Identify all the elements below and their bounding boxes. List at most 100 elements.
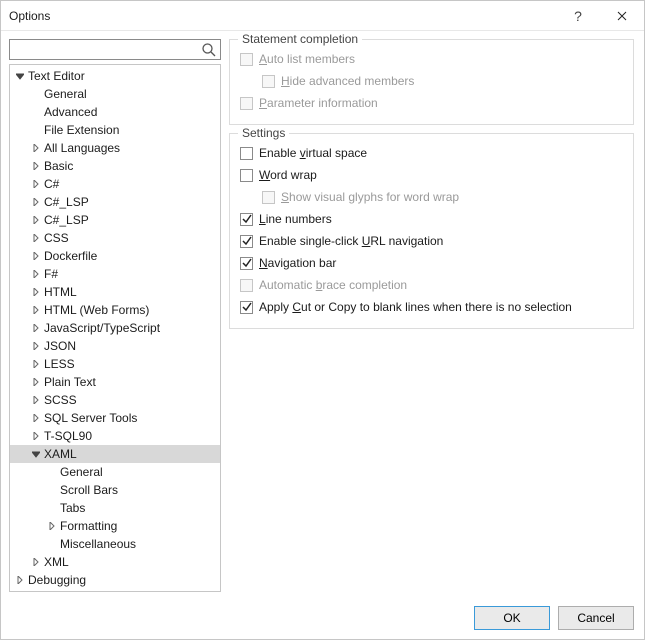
- tree-item[interactable]: SQL Server Tools: [10, 409, 220, 427]
- chevron-right-icon[interactable]: [30, 268, 42, 280]
- tree-item-label: Tabs: [60, 501, 85, 515]
- checkbox-label: Show visual glyphs for word wrap: [281, 190, 459, 204]
- checkbox-label: Parameter information: [259, 96, 378, 110]
- tree-spacer: [30, 88, 42, 100]
- chevron-right-icon[interactable]: [30, 250, 42, 262]
- tree-item[interactable]: HTML: [10, 283, 220, 301]
- checkbox-word_wrap[interactable]: Word wrap: [240, 164, 623, 186]
- chevron-right-icon[interactable]: [46, 520, 58, 532]
- tree-item[interactable]: Tabs: [10, 499, 220, 517]
- chevron-right-icon[interactable]: [30, 178, 42, 190]
- checkbox-box[interactable]: [240, 235, 253, 248]
- checkbox-apply_cut_copy[interactable]: Apply Cut or Copy to blank lines when th…: [240, 296, 623, 318]
- checkbox-box[interactable]: [240, 147, 253, 160]
- group-statement-completion: Statement completion Auto list membersHi…: [229, 39, 634, 125]
- checkbox-label: Automatic brace completion: [259, 278, 407, 292]
- checkbox-virtual_space[interactable]: Enable virtual space: [240, 142, 623, 164]
- tree-item[interactable]: Formatting: [10, 517, 220, 535]
- chevron-right-icon[interactable]: [30, 394, 42, 406]
- options-tree: Text EditorGeneralAdvancedFile Extension…: [9, 64, 221, 592]
- tree-item[interactable]: SCSS: [10, 391, 220, 409]
- chevron-right-icon[interactable]: [30, 142, 42, 154]
- chevron-right-icon[interactable]: [30, 304, 42, 316]
- checkbox-box[interactable]: [240, 257, 253, 270]
- close-button[interactable]: [600, 1, 644, 31]
- checkbox-line_numbers[interactable]: Line numbers: [240, 208, 623, 230]
- tree-item[interactable]: Text Editor: [10, 67, 220, 85]
- tree-item-label: HTML (Web Forms): [44, 303, 149, 317]
- tree-scroll[interactable]: Text EditorGeneralAdvancedFile Extension…: [10, 65, 220, 591]
- chevron-right-icon[interactable]: [30, 340, 42, 352]
- chevron-right-icon[interactable]: [30, 556, 42, 568]
- tree-item[interactable]: General: [10, 85, 220, 103]
- tree-item-label: JSON: [44, 339, 76, 353]
- tree-item[interactable]: All Languages: [10, 139, 220, 157]
- help-button[interactable]: ?: [556, 1, 600, 31]
- tree-item[interactable]: T-SQL90: [10, 427, 220, 445]
- chevron-right-icon[interactable]: [14, 574, 26, 586]
- chevron-down-icon[interactable]: [14, 70, 26, 82]
- tree-item-label: XML: [44, 555, 69, 569]
- tree-item[interactable]: Scroll Bars: [10, 481, 220, 499]
- tree-item[interactable]: F#: [10, 265, 220, 283]
- chevron-right-icon[interactable]: [30, 376, 42, 388]
- search-input[interactable]: [10, 40, 220, 59]
- chevron-right-icon[interactable]: [30, 196, 42, 208]
- tree-item[interactable]: CSS: [10, 229, 220, 247]
- tree-item-label: Scroll Bars: [60, 483, 118, 497]
- tree-item[interactable]: File Extension: [10, 121, 220, 139]
- search-box[interactable]: [9, 39, 221, 60]
- tree-item[interactable]: JavaScript/TypeScript: [10, 319, 220, 337]
- ok-button[interactable]: OK: [474, 606, 550, 630]
- checkbox-nav_bar[interactable]: Navigation bar: [240, 252, 623, 274]
- tree-item[interactable]: XAML: [10, 445, 220, 463]
- checkbox-show_glyphs: Show visual glyphs for word wrap: [240, 186, 623, 208]
- tree-item-label: Formatting: [60, 519, 117, 533]
- tree-item-label: XAML: [44, 447, 77, 461]
- chevron-right-icon[interactable]: [30, 322, 42, 334]
- tree-item[interactable]: Performance Tools: [10, 589, 220, 591]
- tree-item-label: General: [60, 465, 103, 479]
- chevron-right-icon[interactable]: [30, 286, 42, 298]
- chevron-right-icon[interactable]: [30, 232, 42, 244]
- tree-item[interactable]: JSON: [10, 337, 220, 355]
- tree-item[interactable]: XML: [10, 553, 220, 571]
- checkbox-box: [262, 75, 275, 88]
- chevron-right-icon[interactable]: [30, 160, 42, 172]
- group-title: Statement completion: [238, 32, 362, 46]
- tree-item-label: CSS: [44, 231, 69, 245]
- tree-item[interactable]: C#_LSP: [10, 193, 220, 211]
- tree-item[interactable]: Basic: [10, 157, 220, 175]
- group-settings: Settings Enable virtual spaceWord wrapSh…: [229, 133, 634, 329]
- tree-item[interactable]: Dockerfile: [10, 247, 220, 265]
- tree-item[interactable]: Miscellaneous: [10, 535, 220, 553]
- tree-item-label: Debugging: [28, 573, 86, 587]
- checkbox-box: [240, 53, 253, 66]
- checkbox-label: Auto list members: [259, 52, 355, 66]
- checkbox-single_click_url[interactable]: Enable single-click URL navigation: [240, 230, 623, 252]
- checkbox-box: [262, 191, 275, 204]
- tree-item-label: F#: [44, 267, 58, 281]
- checkbox-box[interactable]: [240, 301, 253, 314]
- tree-item[interactable]: Plain Text: [10, 373, 220, 391]
- tree-item[interactable]: Advanced: [10, 103, 220, 121]
- tree-item[interactable]: LESS: [10, 355, 220, 373]
- tree-item[interactable]: General: [10, 463, 220, 481]
- chevron-down-icon[interactable]: [30, 448, 42, 460]
- window-title: Options: [9, 9, 50, 23]
- tree-item[interactable]: HTML (Web Forms): [10, 301, 220, 319]
- checkbox-label: Line numbers: [259, 212, 332, 226]
- tree-item[interactable]: C#_LSP: [10, 211, 220, 229]
- tree-item[interactable]: Debugging: [10, 571, 220, 589]
- chevron-right-icon[interactable]: [30, 358, 42, 370]
- chevron-right-icon[interactable]: [30, 214, 42, 226]
- checkbox-box[interactable]: [240, 213, 253, 226]
- tree-spacer: [46, 484, 58, 496]
- checkbox-box[interactable]: [240, 169, 253, 182]
- tree-item-label: SQL Server Tools: [44, 411, 137, 425]
- tree-item[interactable]: C#: [10, 175, 220, 193]
- checkbox-label: Word wrap: [259, 168, 317, 182]
- chevron-right-icon[interactable]: [30, 430, 42, 442]
- cancel-button[interactable]: Cancel: [558, 606, 634, 630]
- chevron-right-icon[interactable]: [30, 412, 42, 424]
